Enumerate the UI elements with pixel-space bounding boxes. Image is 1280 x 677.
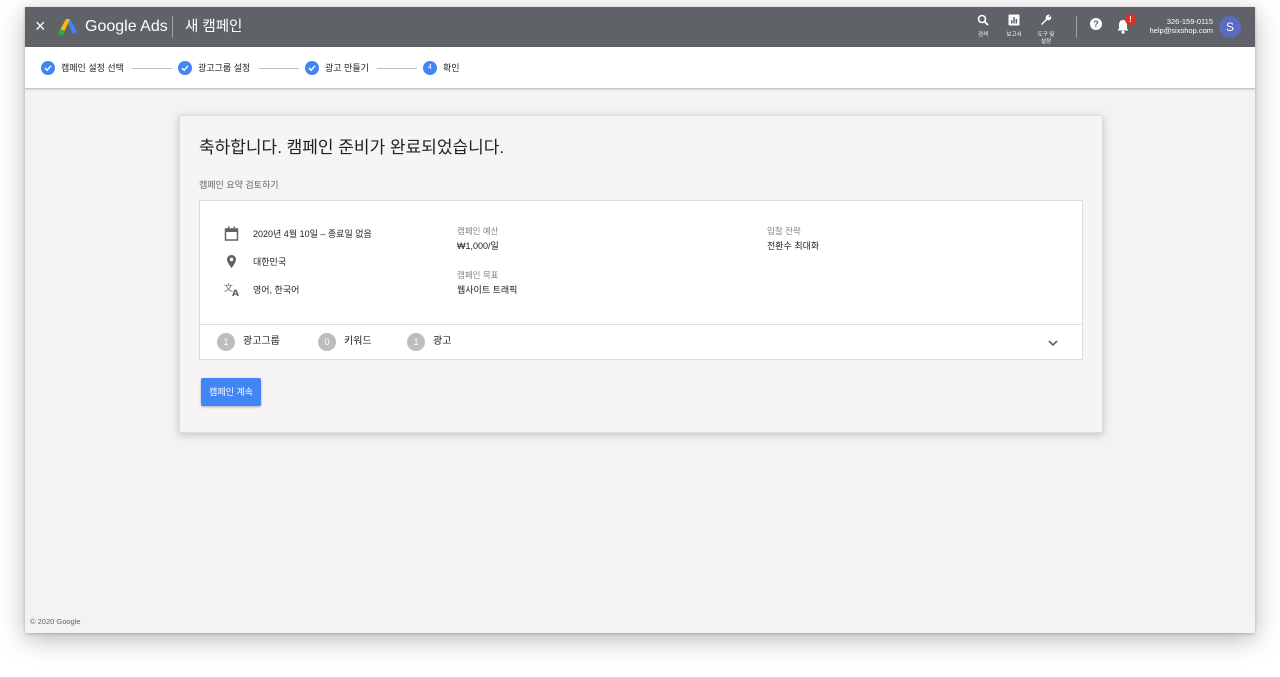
step-connector [377,68,417,69]
progress-stepper: 캠페인 설정 선택 광고그룹 설정 광고 만들기 4 확인 [25,47,1255,89]
report-icon [1008,14,1020,26]
step-connector [259,68,299,69]
budget-value: ₩1,000/일 [457,241,499,251]
svg-text:A: A [232,289,239,297]
account-phone: 326-159-0115 [1166,17,1213,26]
count-label: 키워드 [344,336,372,347]
account-email: help@sixshop.com [1149,26,1213,35]
report-tool-label: 보고서 [1006,32,1022,38]
step-label: 캠페인 설정 선택 [61,63,124,73]
step-number: 4 [423,61,437,75]
campaign-summary: 2020년 4월 10일 – 종료일 없음 대한민국 文A 영어, 한국어 캠페… [199,200,1083,360]
step-label: 확인 [443,63,460,73]
step-label: 광고 만들기 [325,63,369,73]
wrench-icon [1041,14,1052,25]
search-tool-label: 검색 [977,32,989,38]
goal-label: 캠페인 목표 [457,270,499,280]
help-icon[interactable]: ? [1090,18,1102,30]
continue-campaign-button[interactable]: 캠페인 계속 [201,378,261,406]
count-badge: 1 [217,333,235,351]
count-badge: 1 [407,333,425,351]
check-icon [305,61,319,75]
report-tool[interactable]: 보고서 [1002,13,1026,39]
page-title: 새 캠페인 [185,19,243,35]
tools-settings-label: 도구 및 설정 [1037,32,1055,45]
brand-name: Google Ads [85,18,168,35]
confirmation-title: 축하합니다. 캠페인 준비가 완료되었습니다. [199,138,505,157]
step-connector [132,68,172,69]
header-divider-right [1076,16,1077,38]
step-label: 광고그룹 설정 [198,63,251,73]
close-icon[interactable]: × [35,15,46,37]
copyright: © 2020 Google [30,617,81,626]
budget-label: 캠페인 예산 [457,226,499,236]
location-text: 대한민국 [253,257,287,267]
tools-settings[interactable]: 도구 및 설정 [1035,13,1057,46]
search-icon [977,14,989,26]
translate-icon: 文A [224,282,239,297]
confirmation-card: 축하합니다. 캠페인 준비가 완료되었습니다. 캠페인 요약 검토하기 2020… [179,115,1103,433]
count-label: 광고그룹 [243,336,280,347]
count-label: 광고 [433,336,452,347]
schedule-text: 2020년 4월 10일 – 종료일 없음 [253,229,372,239]
chevron-down-icon[interactable] [1046,336,1060,350]
avatar[interactable]: S [1219,16,1241,38]
location-pin-icon [227,255,236,268]
goal-value: 웹사이트 트래픽 [457,285,518,295]
summary-subtitle: 캠페인 요약 검토하기 [199,180,279,190]
summary-divider [200,324,1082,325]
check-icon [178,61,192,75]
search-tool[interactable]: 검색 [974,13,992,39]
count-badge: 0 [318,333,336,351]
google-ads-logo [58,19,77,36]
calendar-icon [224,226,239,241]
bidding-label: 입찰 전략 [767,226,801,236]
header-divider [172,16,173,38]
app-window: × Google Ads 새 캠페인 검색 보고서 도구 및 설정 ? ! 32… [25,7,1255,633]
app-header: × Google Ads 새 캠페인 검색 보고서 도구 및 설정 ? ! 32… [25,7,1255,47]
account-info[interactable]: 326-159-0115 help@sixshop.com [1147,17,1213,35]
notification-badge: ! [1125,14,1136,25]
check-icon [41,61,55,75]
bidding-value: 전환수 최대화 [767,241,820,251]
language-text: 영어, 한국어 [253,285,300,295]
